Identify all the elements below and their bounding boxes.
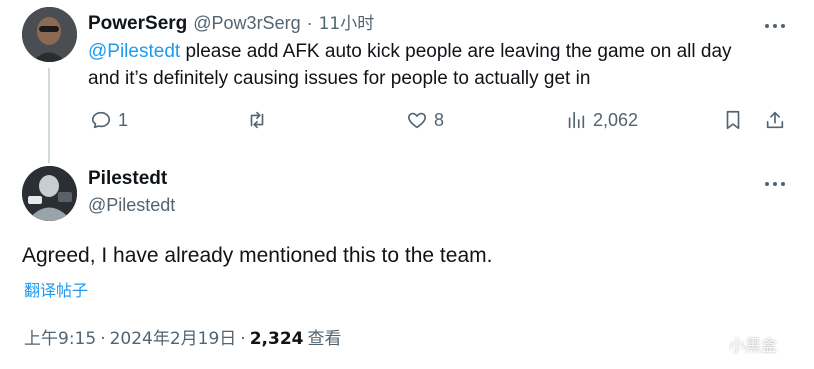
reply-icon	[91, 111, 111, 129]
bookmark-icon	[726, 110, 740, 130]
post-date[interactable]: 2024年2月19日	[110, 324, 237, 349]
post-time[interactable]: 上午9:15	[24, 324, 96, 349]
tweet-body: Agreed, I have already mentioned this to…	[22, 244, 493, 267]
share-button[interactable]	[764, 109, 786, 131]
more-options-icon[interactable]	[764, 14, 786, 35]
repost-icon	[250, 111, 264, 129]
watermark: 小黑盒	[698, 331, 777, 357]
tweet-text-line1: please add AFK auto kick people are leav…	[180, 41, 732, 62]
views-label: 查看	[307, 329, 342, 349]
user-handle[interactable]: @Pow3rSerg	[193, 13, 300, 34]
bookmark-button[interactable]	[722, 109, 744, 131]
repost-button[interactable]	[246, 109, 268, 131]
more-options-icon[interactable]	[764, 172, 786, 193]
avatar-powerserg[interactable]	[22, 7, 77, 62]
reply-button[interactable]: 1	[90, 109, 128, 131]
thread-connector-line	[48, 68, 50, 163]
views-button[interactable]: 2,062	[565, 109, 638, 131]
watermark-text: 小黑盒	[729, 336, 778, 355]
like-button[interactable]: 8	[406, 109, 444, 131]
tweet-body: @Pilestedt please add AFK auto kick peop…	[88, 38, 798, 92]
mention-link[interactable]: @Pilestedt	[88, 41, 180, 62]
user-handle[interactable]: @Pilestedt	[88, 195, 175, 216]
post-time[interactable]: 11小时	[319, 9, 375, 34]
post-metadata: 上午9:15 · 2024年2月19日 · 2,324 查看	[24, 324, 342, 349]
translate-post-link[interactable]: 翻译帖子	[24, 277, 88, 301]
reply-count: 1	[118, 109, 129, 130]
display-name[interactable]: Pilestedt	[88, 168, 167, 190]
analytics-icon	[568, 111, 585, 129]
heybox-logo-icon	[699, 332, 723, 356]
avatar-pilestedt[interactable]	[22, 166, 77, 221]
display-name[interactable]: PowerSerg	[88, 13, 187, 35]
separator: ·	[306, 13, 313, 33]
separator: ·	[100, 329, 106, 349]
heart-icon	[408, 112, 426, 129]
share-icon	[766, 111, 784, 129]
tweet-text-line2: and it’s definitely causing issues for p…	[88, 68, 591, 89]
view-count: 2,062	[593, 109, 639, 130]
separator: ·	[240, 329, 246, 349]
views-count[interactable]: 2,324	[250, 329, 304, 349]
like-count: 8	[434, 109, 445, 130]
